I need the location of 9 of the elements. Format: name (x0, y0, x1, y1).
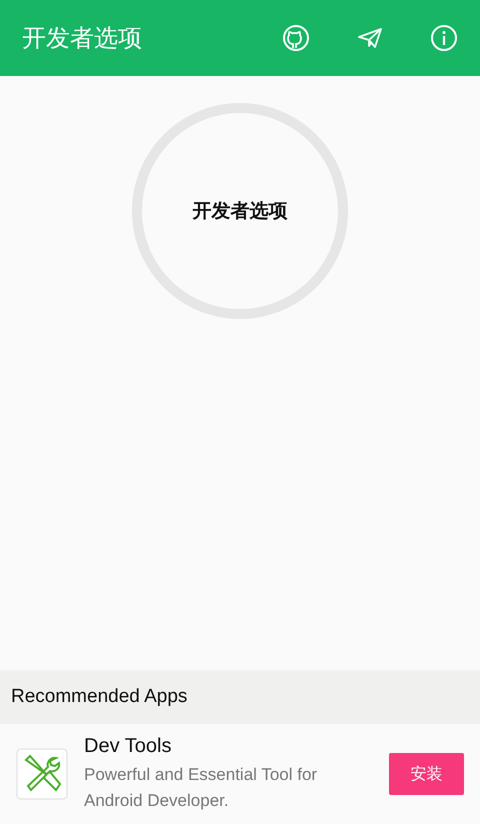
developer-options-button[interactable]: 开发者选项 (132, 103, 348, 319)
install-button[interactable]: 安装 (389, 753, 464, 795)
app-description: Powerful and Essential Tool for Android Developer. (84, 764, 318, 812)
github-icon[interactable] (282, 24, 310, 52)
info-icon[interactable] (430, 24, 458, 52)
section-title: Recommended Apps (11, 686, 188, 708)
app-name: Dev Tools (84, 735, 172, 758)
app-title: 开发者选项 (22, 23, 142, 54)
tools-icon (16, 748, 68, 800)
